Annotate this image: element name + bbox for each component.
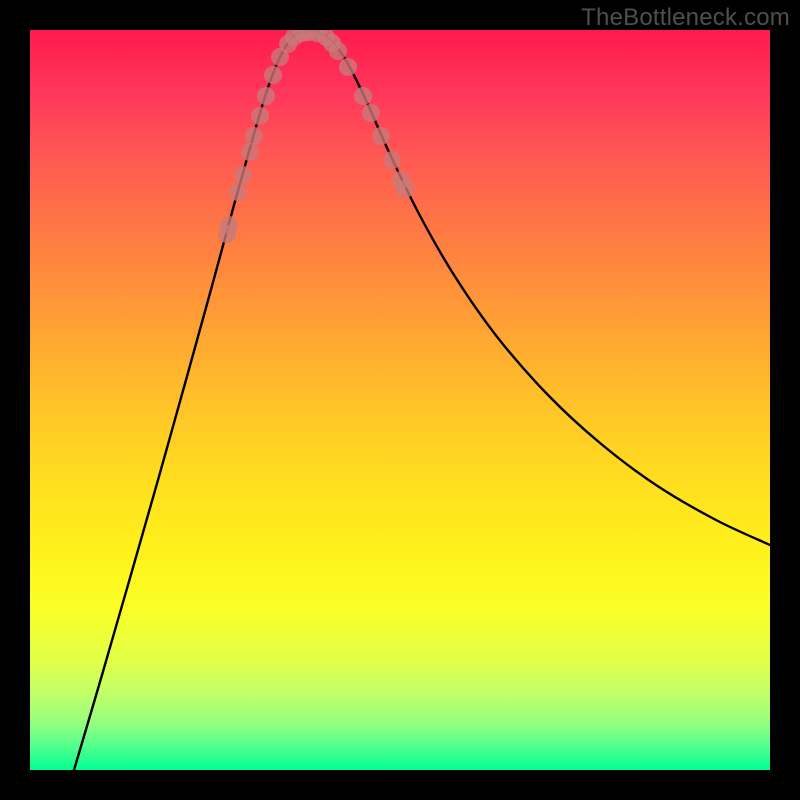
highlight-dot [234,166,252,184]
highlight-dot [329,42,347,60]
highlight-dots [218,30,414,243]
highlight-dot [383,151,401,169]
highlight-dot [264,66,282,84]
chart-svg [30,30,770,770]
watermark-text: TheBottleneck.com [581,4,790,32]
highlight-dot [251,107,269,125]
highlight-dot [257,87,275,105]
chart-frame: TheBottleneck.com [0,0,800,800]
highlight-dot [372,127,390,145]
plot-area [30,30,770,770]
highlight-dot [339,58,357,76]
highlight-dot [220,216,238,234]
highlight-dot [241,143,259,161]
highlight-dot [229,183,247,201]
bottleneck-curve [74,31,770,770]
highlight-dot [396,180,414,198]
highlight-dot [354,87,372,105]
highlight-dot [245,127,263,145]
highlight-dot [362,104,380,122]
